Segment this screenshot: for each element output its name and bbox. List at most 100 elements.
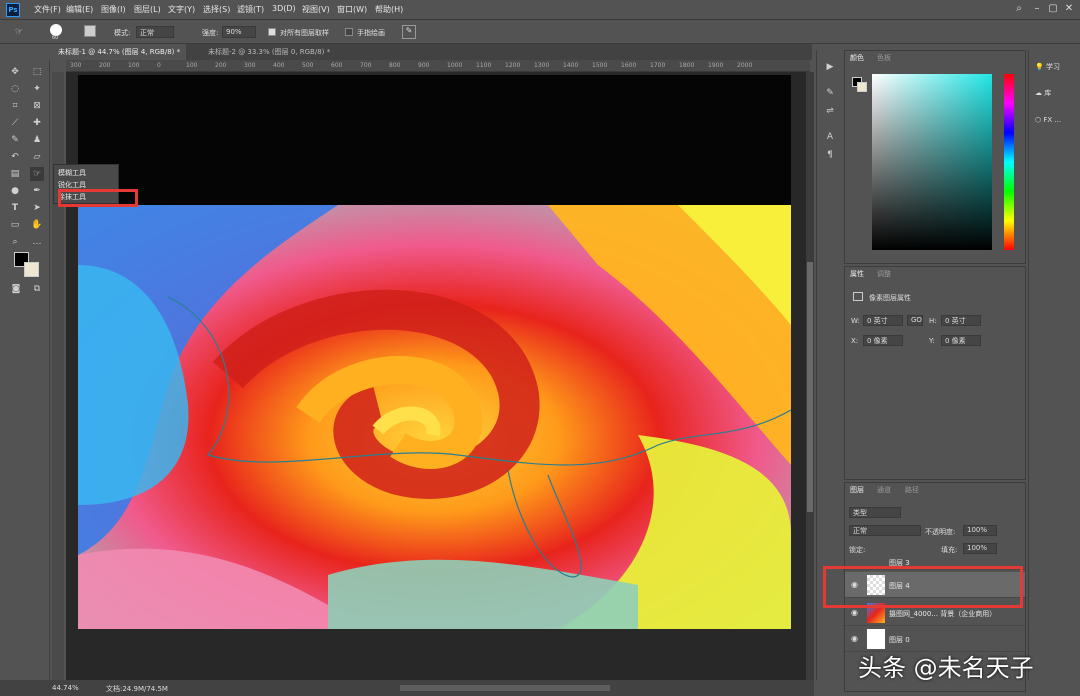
color-background-swatch[interactable]	[857, 82, 867, 92]
tab-color[interactable]: 颜色	[850, 53, 864, 63]
brush-size-value: 60	[52, 35, 59, 41]
menu-help[interactable]: 帮助(H)	[375, 4, 403, 15]
move-tool-icon[interactable]: ✥	[8, 65, 22, 79]
path-select-icon[interactable]: ➤	[30, 201, 44, 215]
magic-wand-icon[interactable]: ✦	[30, 82, 44, 96]
background-color-swatch[interactable]	[24, 262, 39, 277]
tab-layers[interactable]: 图层	[850, 485, 864, 495]
brush-settings-icon[interactable]: ✎	[823, 86, 837, 100]
layer-thumbnail	[867, 629, 885, 649]
tab-document-2[interactable]: 未标题-2 @ 33.3% (图层 0, RGB/8) *	[202, 44, 336, 60]
minimize-icon[interactable]: –	[1030, 2, 1044, 16]
ruler-tick-label: 2000	[737, 62, 753, 69]
strength-input[interactable]: 90%	[222, 26, 256, 38]
brush-panel-icon[interactable]	[84, 25, 96, 37]
menu-view[interactable]: 视图(V)	[302, 4, 330, 15]
tab-paths[interactable]: 路径	[905, 485, 919, 495]
brush-tool-icon[interactable]: ✎	[8, 133, 22, 147]
finger-paint-checkbox[interactable]	[345, 28, 353, 36]
menu-file[interactable]: 文件(F)	[34, 4, 61, 15]
strength-label: 强度:	[202, 29, 219, 37]
gradient-icon[interactable]: ▤	[8, 167, 22, 181]
menu-type[interactable]: 文字(Y)	[168, 4, 195, 15]
y-input[interactable]: 0 像素	[941, 335, 981, 346]
layer-4-highlight	[823, 566, 1023, 608]
menu-3d[interactable]: 3D(D)	[272, 4, 296, 13]
crop-tool-icon[interactable]: ⌗	[8, 99, 22, 113]
tab-swatches[interactable]: 色板	[877, 53, 891, 63]
history-panel-icon[interactable]: ▶	[823, 60, 837, 74]
screen-mode-icon[interactable]: ⧉	[30, 282, 44, 296]
ruler-tick-label: 100	[128, 62, 140, 69]
fill-input[interactable]: 100%	[963, 543, 997, 554]
width-label: W:	[851, 317, 860, 325]
width-input[interactable]: 0 英寸	[863, 315, 903, 326]
horizontal-scrollbar[interactable]	[400, 685, 610, 691]
pressure-icon[interactable]: ✎	[402, 25, 416, 39]
eyedropper-icon[interactable]: ⟋	[8, 116, 22, 130]
maximize-icon[interactable]: ▢	[1046, 2, 1060, 16]
ruler-tick-label: 500	[302, 62, 314, 69]
healing-brush-icon[interactable]: ✚	[30, 116, 44, 130]
menu-edit[interactable]: 编辑(E)	[66, 4, 93, 15]
zoom-tool-icon[interactable]: ⌕	[8, 235, 22, 249]
eye-icon[interactable]: ◉	[851, 608, 861, 618]
flyout-blur-tool[interactable]: 模糊工具	[58, 168, 86, 178]
mode-select[interactable]: 正常	[136, 26, 174, 38]
search-icon[interactable]: ⌕	[1012, 2, 1026, 16]
type-tool-icon[interactable]: T	[8, 201, 22, 215]
smudge-tool-icon[interactable]: ☞	[30, 167, 44, 181]
hand-tool-icon[interactable]: ✋	[30, 218, 44, 232]
pen-tool-icon[interactable]: ✒	[30, 184, 44, 198]
zoom-level[interactable]: 44.74%	[52, 684, 79, 692]
close-icon[interactable]: ✕	[1062, 2, 1076, 16]
menu-window[interactable]: 窗口(W)	[337, 4, 367, 15]
sample-all-checkbox[interactable]	[268, 28, 276, 36]
color-picker-field[interactable]	[872, 74, 992, 250]
tab-document-1[interactable]: 未标题-1 @ 44.7% (图层 4, RGB/8) *	[52, 44, 187, 60]
eye-icon[interactable]: ◉	[851, 634, 861, 644]
menu-filter[interactable]: 滤镜(T)	[237, 4, 264, 15]
learn-panel-button[interactable]: 💡 学习	[1035, 62, 1060, 72]
ruler-tick-label: 200	[215, 62, 227, 69]
fx-panel-button[interactable]: ⬡ FX ...	[1035, 116, 1061, 124]
ruler-tick-label: 1500	[592, 62, 608, 69]
height-input[interactable]: 0 英寸	[941, 315, 981, 326]
swirl-artwork[interactable]	[78, 205, 791, 629]
eraser-icon[interactable]: ▱	[30, 150, 44, 164]
menu-image[interactable]: 图像(I)	[101, 4, 126, 15]
history-brush-icon[interactable]: ↶	[8, 150, 22, 164]
libraries-panel-button[interactable]: ☁ 库	[1035, 88, 1051, 98]
x-input[interactable]: 0 像素	[863, 335, 903, 346]
properties-panel: 属性 调整 像素图层属性 W: 0 英寸 GO H: 0 英寸 X: 0 像素 …	[844, 266, 1026, 480]
pixel-layer-icon	[853, 292, 863, 301]
adjust-panel-icon[interactable]: ⇌	[823, 104, 837, 118]
scrollbar-thumb[interactable]	[807, 262, 813, 512]
frame-tool-icon[interactable]: ⊠	[30, 99, 44, 113]
swirl-image	[78, 205, 791, 629]
vertical-scrollbar[interactable]	[806, 72, 814, 680]
paragraph-panel-icon[interactable]: ¶	[823, 148, 837, 162]
opacity-input[interactable]: 100%	[963, 525, 997, 536]
tab-channels[interactable]: 通道	[877, 485, 891, 495]
clone-stamp-icon[interactable]: ♟	[30, 133, 44, 147]
finger-paint-label: 手指绘画	[357, 29, 385, 37]
rectangle-tool-icon[interactable]: ▭	[8, 218, 22, 232]
dodge-tool-icon[interactable]: ●	[8, 184, 22, 198]
menu-select[interactable]: 选择(S)	[203, 4, 230, 15]
link-dimensions-icon[interactable]: GO	[907, 315, 923, 326]
tab-properties[interactable]: 属性	[850, 269, 864, 279]
marquee-tool-icon[interactable]: ⬚	[30, 65, 44, 79]
ruler-tick-label: 900	[418, 62, 430, 69]
blend-mode-select[interactable]: 正常	[849, 525, 921, 536]
layer-filter-select[interactable]: 类型	[849, 507, 901, 518]
hue-slider[interactable]	[1004, 74, 1014, 250]
more-tools-icon[interactable]: …	[30, 235, 44, 249]
lasso-tool-icon[interactable]: ◌	[8, 82, 22, 96]
status-bar: 44.74% 文档:24.9M/74.5M	[0, 680, 814, 696]
smudge-tool-preset-icon[interactable]: ☞	[12, 25, 26, 39]
tab-adjustments[interactable]: 调整	[877, 269, 891, 279]
character-panel-icon[interactable]: A	[823, 130, 837, 144]
quick-mask-icon[interactable]: ◙	[9, 282, 23, 296]
menu-layer[interactable]: 图层(L)	[134, 4, 161, 15]
